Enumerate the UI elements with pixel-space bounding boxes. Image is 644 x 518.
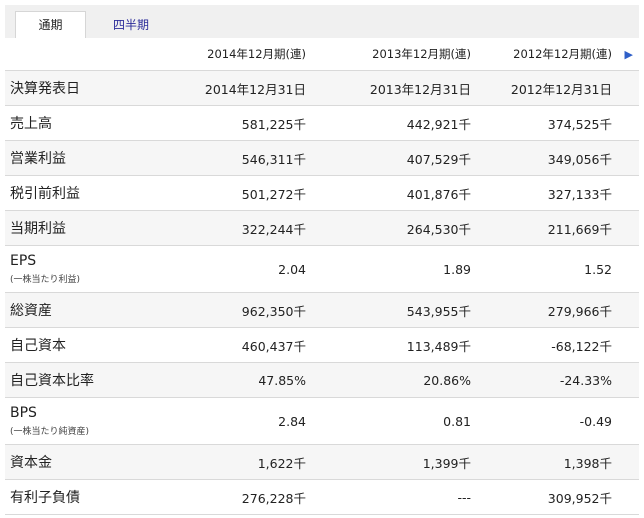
row-label: 有利子負債: [10, 480, 80, 514]
row-label-text: 営業利益: [10, 151, 66, 167]
table-cell: 2.04: [278, 261, 306, 277]
row-label: 総資産: [10, 293, 52, 327]
table-cell: 20.86%: [423, 372, 471, 388]
table-row: 自己資本 460,437千 113,489千 -68,122千: [5, 328, 639, 363]
table-cell: 581,225千: [241, 116, 306, 132]
table-cell: 460,437千: [241, 338, 306, 354]
table-cell: 501,272千: [241, 186, 306, 202]
table-row: 有利子負債 276,228千 --- 309,952千: [5, 480, 639, 515]
row-label-text: 売上高: [10, 116, 52, 132]
table-row: 営業利益 546,311千 407,529千 349,056千: [5, 141, 639, 176]
table-row: 総資産 962,350千 543,955千 279,966千: [5, 293, 639, 328]
table-row: 税引前利益 501,272千 401,876千 327,133千: [5, 176, 639, 211]
row-label-text: 自己資本比率: [10, 373, 94, 389]
row-label-text: 総資産: [10, 303, 52, 319]
table-cell: 1,399千: [422, 455, 471, 471]
table-cell: 374,525千: [547, 116, 612, 132]
row-sublabel: (一株当たり利益): [10, 275, 81, 285]
table-cell: 113,489千: [406, 338, 471, 354]
row-label-text: 有利子負債: [10, 490, 80, 506]
tab-annual[interactable]: 通期: [15, 11, 86, 40]
tab-bar: 通期 四半期: [5, 5, 639, 40]
table-cell: 279,966千: [547, 303, 612, 319]
row-label: BPS (一株当たり純資産): [10, 398, 89, 444]
row-label-text: 税引前利益: [10, 186, 80, 202]
table-row: 資本金 1,622千 1,399千 1,398千: [5, 445, 639, 480]
table-cell: 2014年12月31日: [204, 81, 306, 97]
row-label: 当期利益: [10, 211, 66, 245]
table-cell: 1.52: [584, 261, 612, 277]
column-header-2014: 2014年12月期(連): [207, 47, 306, 61]
row-label-text: 自己資本: [10, 338, 66, 354]
table-cell: 442,921千: [406, 116, 471, 132]
table-row: BPS (一株当たり純資産) 2.84 0.81 -0.49: [5, 398, 639, 445]
table-header: 2014年12月期(連) 2013年12月期(連) 2012年12月期(連) ▶: [5, 38, 639, 71]
row-label-text: BPS: [10, 405, 37, 421]
table-cell: 1,622千: [257, 455, 306, 471]
table-row: 決算発表日 2014年12月31日 2013年12月31日 2012年12月31日: [5, 71, 639, 106]
table-cell: 309,952千: [547, 490, 612, 506]
row-label-text: 当期利益: [10, 221, 66, 237]
row-label-text: EPS: [10, 253, 37, 269]
table-row: EPS (一株当たり利益) 2.04 1.89 1.52: [5, 246, 639, 293]
table-cell: 962,350千: [241, 303, 306, 319]
table-cell: ---: [457, 489, 471, 505]
column-header-2013: 2013年12月期(連): [372, 47, 471, 61]
row-label-text: 決算発表日: [10, 81, 80, 97]
row-label: 自己資本: [10, 328, 66, 362]
table-cell: 211,669千: [547, 221, 612, 237]
row-label: EPS (一株当たり利益): [10, 246, 80, 292]
table-row: 自己資本比率 47.85% 20.86% -24.33%: [5, 363, 639, 398]
table-cell: 1,398千: [563, 455, 612, 471]
table-cell: 2.84: [278, 413, 306, 429]
table-cell: 2013年12月31日: [369, 81, 471, 97]
row-label: 自己資本比率: [10, 363, 94, 397]
row-label-text: 資本金: [10, 455, 52, 471]
next-period-arrow-icon[interactable]: ▶: [625, 38, 633, 70]
table-cell: 407,529千: [406, 151, 471, 167]
table-cell: -0.49: [579, 413, 612, 429]
tab-quarterly[interactable]: 四半期: [101, 12, 161, 38]
table-cell: 349,056千: [547, 151, 612, 167]
row-label: 資本金: [10, 445, 52, 479]
table-cell: 276,228千: [241, 490, 306, 506]
column-header-2012: 2012年12月期(連): [513, 47, 612, 61]
table-cell: 543,955千: [406, 303, 471, 319]
table-cell: -24.33%: [559, 372, 612, 388]
row-label: 営業利益: [10, 141, 66, 175]
row-label: 税引前利益: [10, 176, 80, 210]
row-label: 決算発表日: [10, 71, 80, 105]
table-cell: -68,122千: [551, 338, 612, 354]
table-cell: 546,311千: [241, 151, 306, 167]
row-sublabel: (一株当たり純資産): [10, 427, 90, 437]
row-label: 売上高: [10, 106, 52, 140]
table-cell: 0.81: [443, 413, 471, 429]
table-cell: 401,876千: [406, 186, 471, 202]
table-cell: 2012年12月31日: [510, 81, 612, 97]
table-row: 売上高 581,225千 442,921千 374,525千: [5, 106, 639, 141]
table-cell: 47.85%: [258, 372, 306, 388]
table-cell: 264,530千: [406, 221, 471, 237]
financial-table: 2014年12月期(連) 2013年12月期(連) 2012年12月期(連) ▶…: [5, 38, 639, 515]
table-cell: 322,244千: [241, 221, 306, 237]
table-cell: 1.89: [443, 261, 471, 277]
table-cell: 327,133千: [547, 186, 612, 202]
table-row: 当期利益 322,244千 264,530千 211,669千: [5, 211, 639, 246]
